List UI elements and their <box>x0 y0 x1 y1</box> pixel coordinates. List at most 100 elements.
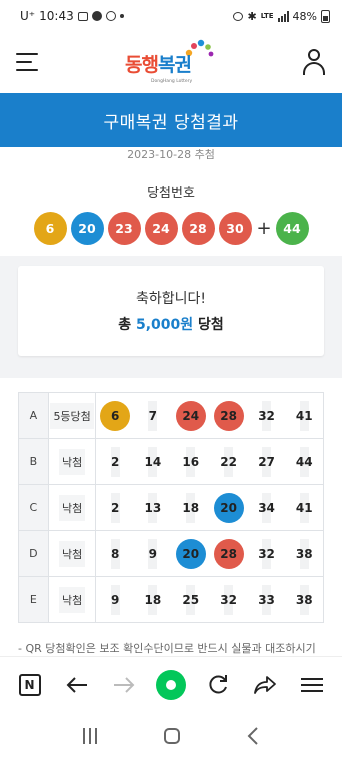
picked-number: 33 <box>251 584 282 615</box>
number-cell: 32 <box>248 393 286 439</box>
number-cell: 16 <box>171 438 210 485</box>
result-cell: 낙첨 <box>48 484 97 531</box>
result-cell: 낙첨 <box>48 530 97 577</box>
more-menu-button[interactable] <box>297 670 327 700</box>
matched-number: 28 <box>213 400 244 431</box>
number-cell: 44 <box>285 438 324 485</box>
row-label: B <box>18 438 49 485</box>
home-button[interactable] <box>163 728 180 744</box>
plus-sign: + <box>256 218 272 239</box>
number-cell: 2 <box>95 484 134 531</box>
result-text: 5등당첨 <box>50 402 94 429</box>
picked-number: 34 <box>251 492 282 523</box>
matched-number: 28 <box>213 538 244 569</box>
prize-suffix: 당첨 <box>198 317 224 333</box>
picked-number: 9 <box>100 584 131 615</box>
picked-number: 32 <box>251 400 282 431</box>
forward-button[interactable] <box>109 670 139 700</box>
back-arrow-icon <box>66 676 87 693</box>
facebook-notification-icon <box>91 11 102 21</box>
app-header: 동행복권 DongHang Lottery <box>0 32 342 92</box>
result-cell: 낙첨 <box>48 576 97 623</box>
result-row: C 낙첨 2 13 18 20 34 41 <box>18 484 324 531</box>
picked-number: 14 <box>137 446 168 477</box>
result-row: B 낙첨 2 14 16 22 27 44 <box>18 438 324 485</box>
number-cell: 24 <box>172 393 210 439</box>
share-button[interactable] <box>250 670 280 700</box>
prize-prefix: 총 <box>118 317 132 333</box>
winning-ball: 20 <box>70 212 104 245</box>
android-nav-bar <box>0 712 342 760</box>
recent-apps-button[interactable] <box>83 728 98 744</box>
back-button[interactable] <box>62 670 92 700</box>
congrats-section: 축하합니다! 총 5,000원 당첨 <box>0 256 342 378</box>
number-cell: 9 <box>95 576 134 623</box>
green-dot-button[interactable] <box>155 669 186 700</box>
forward-arrow-icon <box>113 676 135 693</box>
result-row: A 5등당첨 6 7 24 28 32 41 <box>18 392 324 439</box>
qr-notice: - QR 당첨확인은 보조 확인수단이므로 반드시 실물과 대조하시기 <box>18 642 316 655</box>
carrier-label: U⁺ <box>20 9 36 23</box>
result-text: 낙첨 <box>58 540 86 567</box>
user-icon[interactable] <box>302 49 326 75</box>
signal-icon <box>277 10 289 22</box>
menu-lines-icon <box>301 677 324 692</box>
number-cell: 25 <box>171 576 210 623</box>
picked-number: 38 <box>289 584 320 615</box>
reload-icon <box>209 674 228 693</box>
menu-button[interactable] <box>16 53 38 71</box>
more-notifications-icon <box>119 14 124 18</box>
logo-subtext: DongHang Lottery <box>151 79 193 84</box>
number-cell: 33 <box>247 576 286 623</box>
draw-date: 2023-10-28 추첨 <box>127 148 215 161</box>
winning-numbers: 6 20 23 24 28 30 +44 <box>0 212 342 245</box>
matched-number: 20 <box>175 538 206 569</box>
number-cell: 34 <box>247 484 286 531</box>
app-notification-icon <box>105 11 116 21</box>
number-cell: 14 <box>133 438 172 485</box>
winning-ball: 30 <box>218 212 252 245</box>
picked-number: 41 <box>289 400 320 431</box>
naver-home-button[interactable]: N <box>15 670 45 700</box>
picked-number: 9 <box>137 538 168 569</box>
winning-ball: 6 <box>33 212 67 245</box>
page-title: 구매복권 당첨결과 <box>103 112 239 133</box>
picked-number: 18 <box>137 584 168 615</box>
picked-number: 2 <box>100 492 131 523</box>
number-cell: 8 <box>95 530 134 577</box>
number-cell: 13 <box>133 484 172 531</box>
picked-number: 7 <box>137 400 168 431</box>
winning-ball: 24 <box>144 212 178 245</box>
number-cell: 6 <box>96 393 134 439</box>
result-cell: 낙첨 <box>48 438 97 485</box>
congrats-card: 축하합니다! 총 5,000원 당첨 <box>18 266 324 356</box>
battery-percent: 48% <box>292 9 317 23</box>
clock: 10:43 <box>39 9 74 23</box>
row-label: C <box>18 484 49 531</box>
number-cell: 32 <box>209 576 248 623</box>
number-cell: 38 <box>285 576 324 623</box>
number-cell: 2 <box>95 438 134 485</box>
system-back-button[interactable] <box>247 727 259 745</box>
number-cell: 18 <box>133 576 172 623</box>
result-row: E 낙첨 9 18 25 32 33 38 <box>18 576 324 623</box>
picked-number: 41 <box>289 492 320 523</box>
number-cell: 20 <box>209 484 248 531</box>
picked-number: 38 <box>289 538 320 569</box>
donghang-logo[interactable]: 동행복권 DongHang Lottery <box>125 39 215 85</box>
browser-toolbar: N <box>0 656 342 712</box>
reload-button[interactable] <box>203 670 233 700</box>
number-cell: 38 <box>285 530 324 577</box>
bluetooth-icon: ✱ <box>247 9 257 23</box>
number-cell: 18 <box>171 484 210 531</box>
prize-total: 총 5,000원 당첨 <box>18 314 324 334</box>
battery-icon <box>321 9 330 23</box>
number-cell: 27 <box>247 438 286 485</box>
gallery-notification-icon <box>77 11 88 21</box>
number-cell: 28 <box>209 530 248 577</box>
picked-number: 27 <box>251 446 282 477</box>
matched-number: 20 <box>213 492 244 523</box>
network-type: LTE <box>260 12 274 20</box>
result-cell: 5등당첨 <box>48 392 97 439</box>
picked-number: 2 <box>100 446 131 477</box>
